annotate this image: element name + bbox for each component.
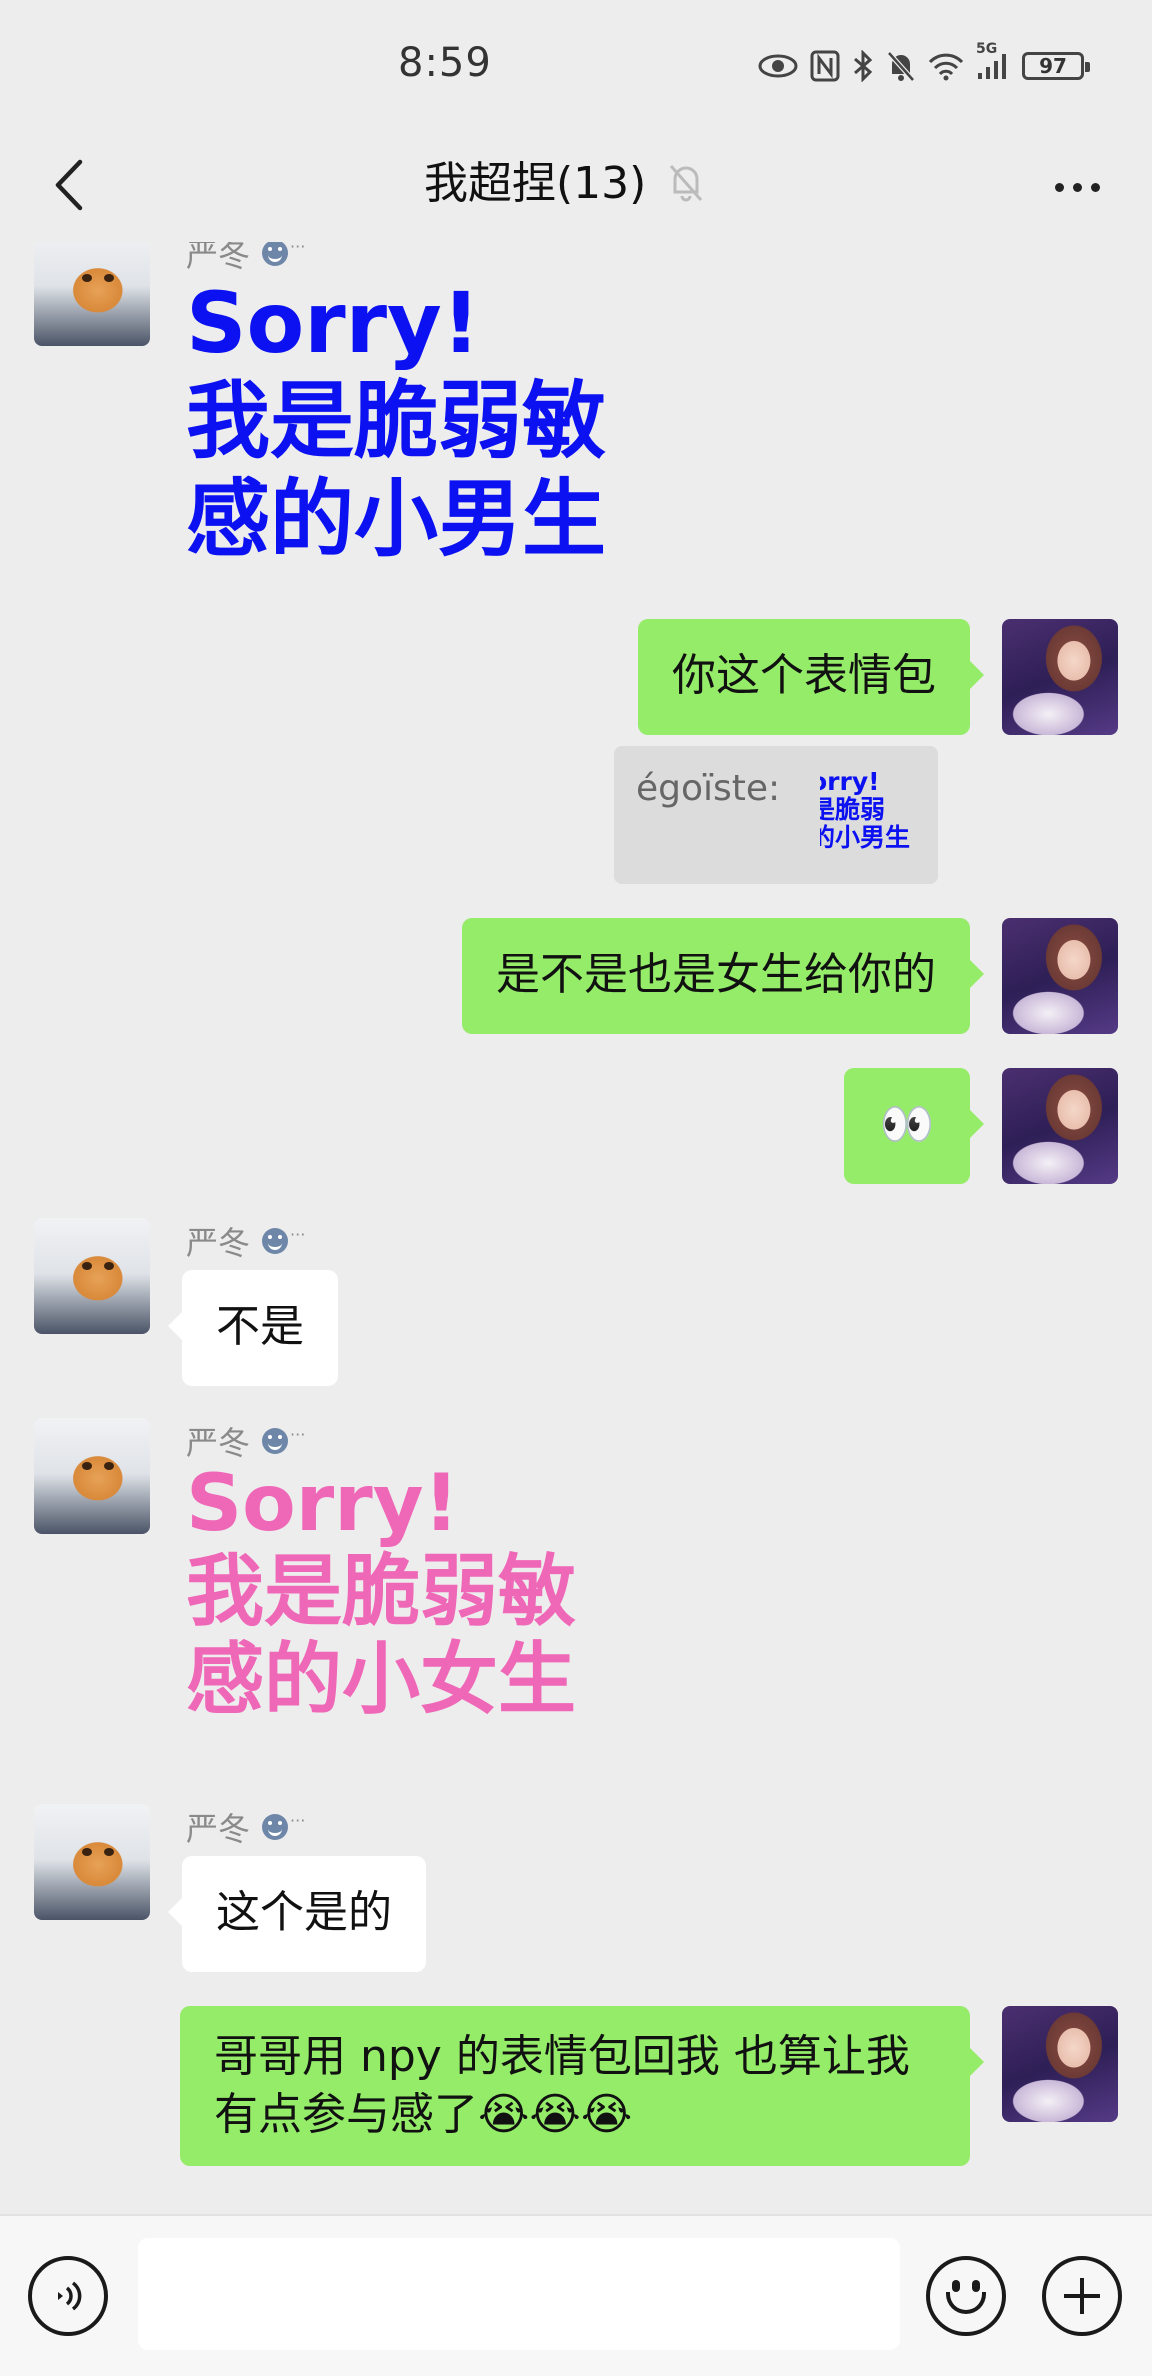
message-bubble[interactable]: 是不是也是女生给你的	[462, 918, 984, 1034]
voice-icon	[58, 2281, 82, 2311]
message-bubble[interactable]: 不是	[168, 1270, 338, 1386]
quote-thumbnail-text: orry! 是脆弱 的小男生	[820, 768, 911, 852]
avatar[interactable]	[1002, 1068, 1118, 1184]
chevron-left-icon	[55, 159, 83, 211]
message-bubble[interactable]: 👀	[844, 1068, 984, 1184]
more-actions-button[interactable]	[1042, 2256, 1122, 2336]
sender-name: 严冬 ···	[186, 1810, 306, 1848]
avatar[interactable]	[34, 242, 150, 346]
bell-off-icon	[668, 162, 704, 206]
avatar[interactable]	[1002, 619, 1118, 735]
quoted-message[interactable]: égoïste: orry! 是脆弱 的小男生	[614, 746, 938, 884]
quote-sender: égoïste:	[636, 768, 781, 809]
more-button[interactable]	[1042, 162, 1112, 212]
eye-icon	[758, 53, 798, 79]
network-type-label: 5G	[976, 41, 998, 57]
member-badge-icon	[262, 1814, 289, 1840]
sender-name: 严冬 ···	[186, 1424, 306, 1462]
nfc-icon	[810, 50, 840, 82]
avatar[interactable]	[34, 1218, 150, 1334]
status-icons: 5G 97	[758, 41, 1090, 86]
message-bubble[interactable]: 哥哥用 npy 的表情包回我 也算让我 有点参与感了😭😭😭	[180, 2006, 984, 2166]
message-input[interactable]	[138, 2238, 900, 2350]
member-badge-icon	[262, 1228, 289, 1254]
emoji-button[interactable]	[926, 2256, 1006, 2336]
voice-button[interactable]	[28, 2256, 108, 2336]
bluetooth-icon	[852, 50, 874, 82]
sticker-message[interactable]: Sorry! 我是脆弱敏 感的小女生	[186, 1460, 576, 1724]
chat-title-group: 我超捏(13)	[424, 146, 704, 222]
message-bubble[interactable]: 这个是的	[168, 1856, 426, 1972]
sender-name: 严冬 ···	[186, 242, 306, 274]
battery-level: 97	[1039, 54, 1067, 78]
avatar[interactable]	[34, 1804, 150, 1920]
quote-thumbnail: orry! 是脆弱 的小男生	[820, 768, 916, 858]
signal-icon: 5G	[976, 41, 1010, 81]
more-dots-icon	[1054, 182, 1100, 192]
status-time: 8:59	[398, 40, 492, 86]
sticker-message[interactable]: Sorry! 我是脆弱敏 感的小男生	[186, 274, 606, 568]
message-bubble[interactable]: 你这个表情包	[638, 619, 984, 735]
back-button[interactable]	[34, 150, 104, 220]
chat-title: 我超捏(13)	[424, 158, 647, 209]
sender-name: 严冬 ···	[186, 1224, 306, 1262]
mute-bell-icon	[886, 50, 916, 82]
status-bar: 8:59 5G 97	[0, 0, 1152, 132]
battery-icon: 97	[1022, 52, 1090, 80]
chat-header: 我超捏(13)	[0, 132, 1152, 242]
avatar[interactable]	[1002, 918, 1118, 1034]
member-badge-icon	[262, 1428, 289, 1454]
avatar[interactable]	[34, 1418, 150, 1534]
member-badge-icon	[262, 242, 289, 266]
avatar[interactable]	[1002, 2006, 1118, 2122]
wifi-icon	[928, 51, 964, 81]
chat-messages[interactable]: 严冬 ··· Sorry! 我是脆弱敏 感的小男生 你这个表情包 égoïste…	[0, 242, 1152, 2214]
input-bar	[0, 2214, 1152, 2376]
